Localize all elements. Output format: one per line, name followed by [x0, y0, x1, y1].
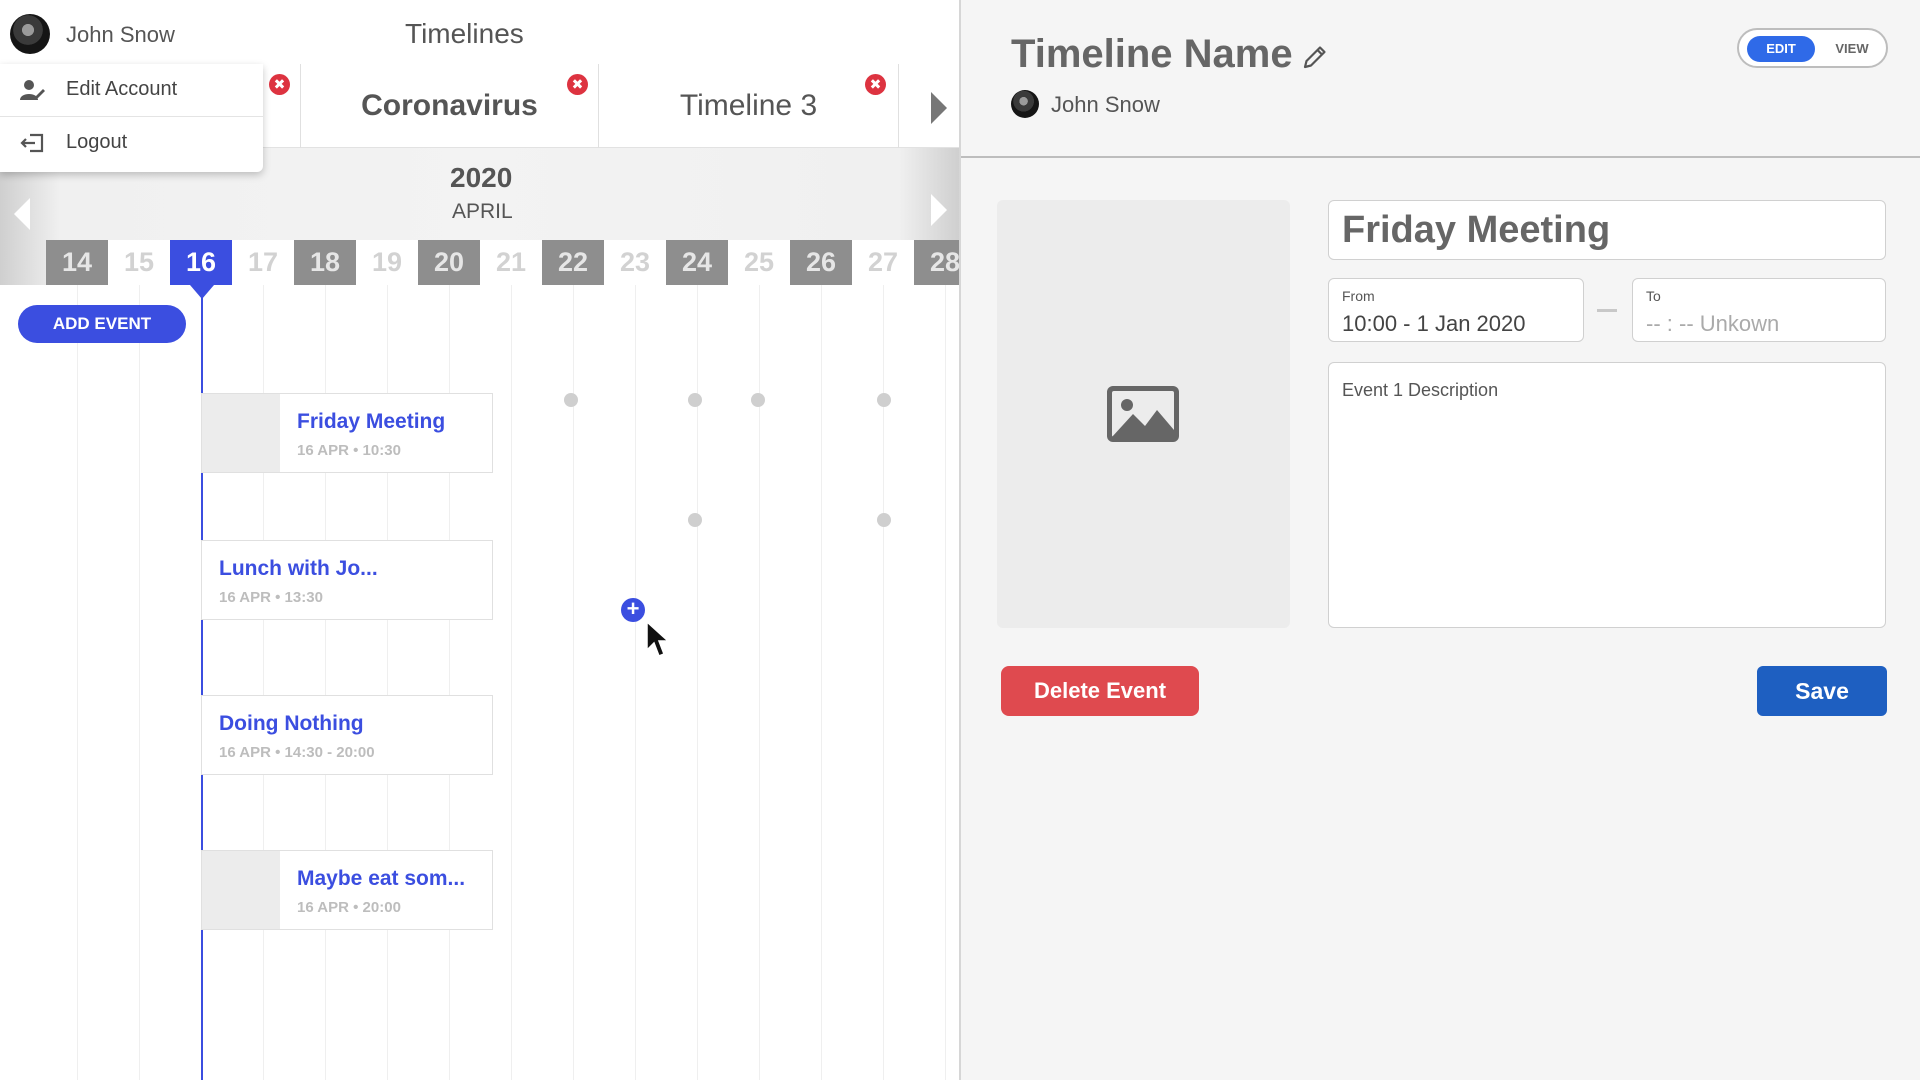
owner-avatar [1011, 90, 1039, 118]
empty-slot-dot[interactable] [688, 513, 702, 527]
day-17[interactable]: 17 [232, 240, 294, 285]
owner-name: John Snow [1051, 92, 1160, 117]
day-28[interactable]: 28 [914, 240, 959, 285]
tab-coronavirus[interactable]: Coronavirus ✖ [300, 64, 598, 148]
event-thumbnail [202, 851, 280, 929]
event-title: Friday Meeting [297, 410, 446, 433]
empty-slot-dot[interactable] [751, 393, 765, 407]
logout-menu-item[interactable]: Logout [0, 116, 263, 168]
view-mode-button[interactable]: VIEW [1823, 36, 1881, 62]
top-bar: John Snow Timelines [0, 0, 959, 64]
event-thumbnail [202, 394, 280, 472]
day-21[interactable]: 21 [480, 240, 542, 285]
event-title: Doing Nothing [219, 712, 364, 735]
event-card[interactable]: Friday Meeting 16 APR • 10:30 [201, 393, 493, 473]
event-title-input[interactable]: Friday Meeting [1328, 200, 1886, 260]
event-meta: 16 APR • 10:30 [297, 442, 401, 459]
add-point-button[interactable]: + [621, 598, 645, 622]
account-dropdown: Edit Account Logout [0, 64, 263, 172]
grid-line [635, 285, 636, 1080]
range-separator [1597, 309, 1617, 312]
grid-line [139, 285, 140, 1080]
edit-mode-button[interactable]: EDIT [1747, 36, 1815, 62]
editor-header: Timeline Name John Snow EDIT VIEW [961, 0, 1920, 158]
from-label: From [1342, 288, 1375, 304]
timeline-name[interactable]: Timeline Name [1011, 32, 1293, 77]
day-26[interactable]: 26 [790, 240, 852, 285]
timelines-pane: John Snow Timelines ✖ Coronavirus ✖ Time… [0, 0, 959, 1080]
pencil-icon[interactable] [1300, 42, 1330, 72]
calendar-year: 2020 [450, 162, 513, 193]
day-19[interactable]: 19 [356, 240, 418, 285]
save-button[interactable]: Save [1757, 666, 1887, 716]
tab-label: Timeline 3 [679, 89, 818, 122]
to-field[interactable]: To -- : -- Unkown [1632, 278, 1886, 342]
day-strip: 14 15 16 17 18 19 20 21 22 23 24 25 26 27 28 [46, 240, 959, 285]
event-card[interactable]: Lunch with Jo... 16 APR • 13:30 [201, 540, 493, 620]
event-description-value: Event 1 Description [1342, 380, 1499, 400]
edit-account-menu-item[interactable]: Edit Account [0, 64, 263, 116]
tab-label: Coronavirus [361, 89, 538, 122]
close-tab-icon[interactable]: ✖ [269, 74, 290, 95]
user-name[interactable]: John Snow [66, 22, 175, 48]
mouse-cursor-icon [646, 620, 670, 657]
event-title: Lunch with Jo... [219, 557, 378, 580]
day-24[interactable]: 24 [666, 240, 728, 285]
event-card[interactable]: Doing Nothing 16 APR • 14:30 - 20:00 [201, 695, 493, 775]
delete-event-button[interactable]: Delete Event [1001, 666, 1199, 716]
grid-line [945, 285, 946, 1080]
add-event-button[interactable]: ADD EVENT [18, 305, 186, 343]
event-editor-pane: Timeline Name John Snow EDIT VIEW Friday… [959, 0, 1920, 1080]
day-23[interactable]: 23 [604, 240, 666, 285]
day-20[interactable]: 20 [418, 240, 480, 285]
next-arrow-icon[interactable] [931, 194, 947, 226]
event-description-input[interactable]: Event 1 Description [1328, 362, 1886, 628]
grid-line [821, 285, 822, 1080]
user-avatar[interactable] [10, 14, 50, 54]
selected-day-pointer [190, 285, 214, 299]
empty-slot-dot[interactable] [877, 393, 891, 407]
logout-label: Logout [66, 131, 128, 153]
empty-slot-dot[interactable] [564, 393, 578, 407]
previous-arrow-icon[interactable] [14, 198, 30, 230]
event-title: Maybe eat som... [297, 867, 466, 890]
tab-overflow[interactable] [898, 64, 959, 148]
day-22[interactable]: 22 [542, 240, 604, 285]
tab-timeline-3[interactable]: Timeline 3 ✖ [598, 64, 898, 148]
event-meta: 16 APR • 13:30 [219, 589, 323, 606]
empty-slot-dot[interactable] [688, 393, 702, 407]
day-15[interactable]: 15 [108, 240, 170, 285]
day-27[interactable]: 27 [852, 240, 914, 285]
close-tab-icon[interactable]: ✖ [865, 74, 886, 95]
day-16[interactable]: 16 [170, 240, 232, 285]
event-card[interactable]: Maybe eat som... 16 APR • 20:00 [201, 850, 493, 930]
from-value: 10:00 - 1 Jan 2020 [1342, 311, 1526, 336]
close-tab-icon[interactable]: ✖ [567, 74, 588, 95]
to-value: -- : -- Unkown [1646, 311, 1780, 336]
from-field[interactable]: From 10:00 - 1 Jan 2020 [1328, 278, 1584, 342]
to-label: To [1646, 288, 1661, 304]
event-title-value: Friday Meeting [1342, 209, 1611, 251]
day-25[interactable]: 25 [728, 240, 790, 285]
grid-line [77, 285, 78, 1080]
image-icon [1107, 386, 1179, 442]
empty-slot-dot[interactable] [877, 513, 891, 527]
user-edit-icon [20, 80, 45, 100]
mode-toggle[interactable]: EDIT VIEW [1737, 28, 1888, 68]
day-14[interactable]: 14 [46, 240, 108, 285]
tabs-next-arrow-icon[interactable] [931, 92, 947, 124]
event-image-placeholder[interactable] [997, 200, 1290, 628]
event-meta: 16 APR • 14:30 - 20:00 [219, 744, 375, 761]
event-meta: 16 APR • 20:00 [297, 899, 401, 916]
app-title: Timelines [405, 18, 524, 49]
grid-line [511, 285, 512, 1080]
day-18[interactable]: 18 [294, 240, 356, 285]
calendar-month: APRIL [452, 200, 513, 223]
logout-icon [20, 133, 44, 153]
edit-account-label: Edit Account [66, 78, 178, 100]
